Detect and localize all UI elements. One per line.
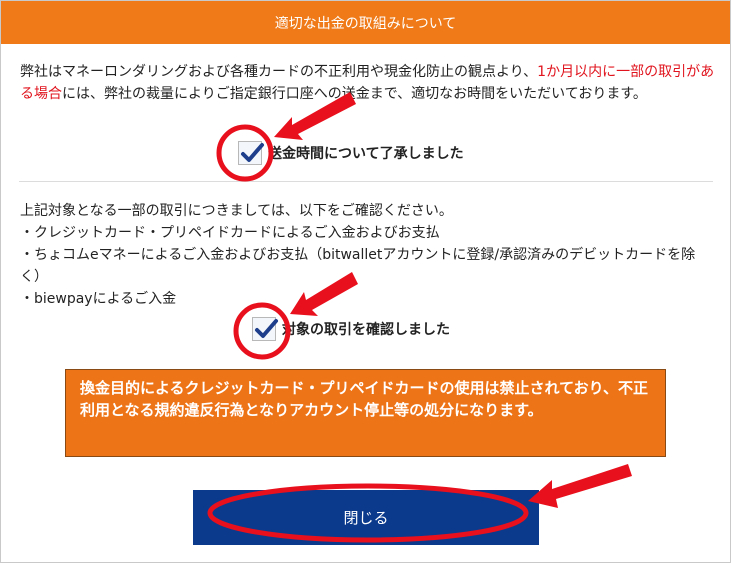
checkmark-icon <box>241 143 264 162</box>
warning-box: 換金目的によるクレジットカード・プリペイドカードの使用は禁止されており、不正利用… <box>65 369 666 457</box>
transaction-item: ・biewpayによるご入金 <box>20 291 177 307</box>
modal-title-text: 適切な出金の取組みについて <box>274 15 457 32</box>
transfer-time-checkbox[interactable] <box>238 141 264 165</box>
section-divider <box>19 181 713 182</box>
transaction-item: ・ちょコムeマネーによるご入金およびお支払（bitwalletアカウントに登録/… <box>20 247 696 285</box>
transactions-checkbox[interactable] <box>252 317 278 341</box>
transactions-confirm-row[interactable]: 対象の取引を確認しました <box>252 317 450 341</box>
intro-text-after: には、弊社の裁量によりご指定銀行口座への送金まで、適切なお時間をいただいておりま… <box>62 86 647 102</box>
transaction-item: ・クレジットカード・プリペイドカードによるご入金およびお支払 <box>20 225 440 241</box>
checkmark-icon <box>255 319 278 338</box>
transactions-lead: 上記対象となる一部の取引につきましては、以下をご確認ください。 <box>20 203 453 219</box>
transfer-time-confirm-row[interactable]: 送金時間について了承しました <box>238 141 464 165</box>
intro-text-before: 弊社はマネーロンダリングおよび各種カードの不正利用や現金化防止の観点より、 <box>20 64 538 80</box>
withdrawal-notice-modal: 適切な出金の取組みについて 弊社はマネーロンダリングおよび各種カードの不正利用や… <box>0 0 731 563</box>
intro-paragraph: 弊社はマネーロンダリングおよび各種カードの不正利用や現金化防止の観点より、1か月… <box>20 61 716 105</box>
transfer-time-checkbox-label[interactable]: 送金時間について了承しました <box>268 143 464 163</box>
modal-title: 適切な出金の取組みについて <box>1 1 730 44</box>
warning-text: 換金目的によるクレジットカード・プリペイドカードの使用は禁止されており、不正利用… <box>80 379 649 419</box>
close-button[interactable]: 閉じる <box>193 490 539 545</box>
transactions-checkbox-label[interactable]: 対象の取引を確認しました <box>282 319 450 339</box>
transactions-section: 上記対象となる一部の取引につきましては、以下をご確認ください。 ・クレジットカー… <box>20 200 716 310</box>
